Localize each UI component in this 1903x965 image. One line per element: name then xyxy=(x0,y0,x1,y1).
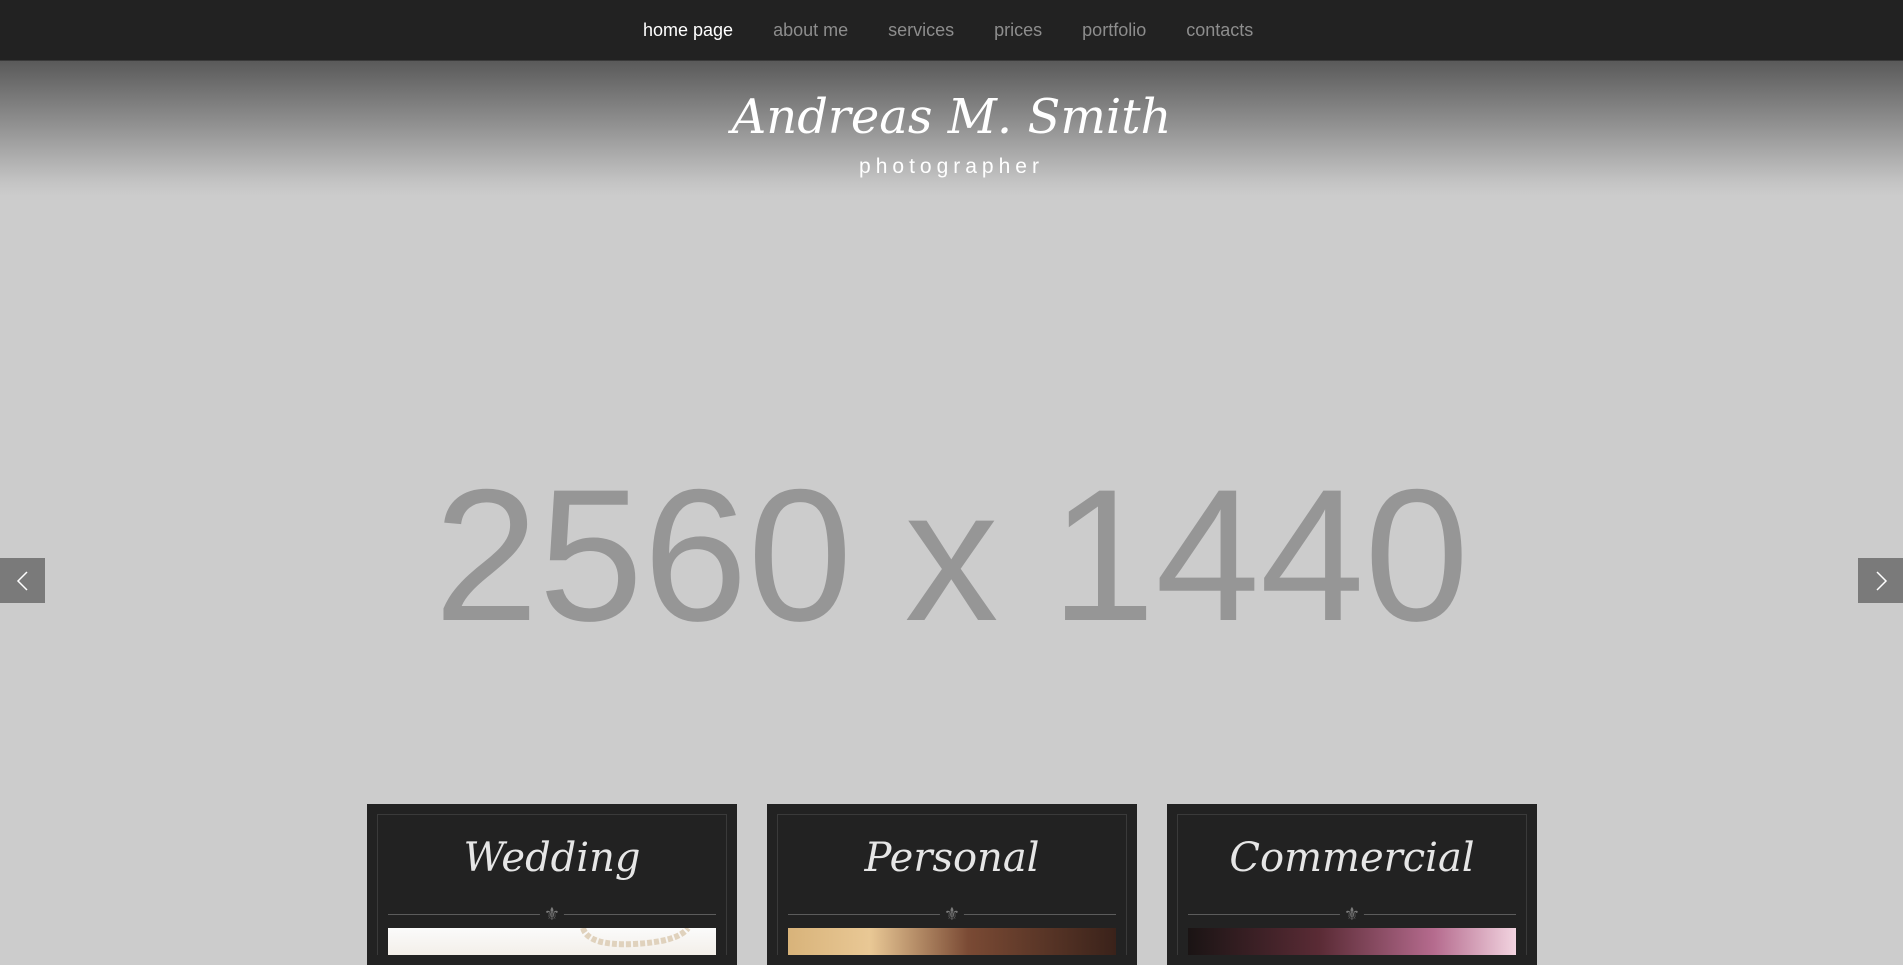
category-card-wedding[interactable]: Wedding ⚜ xyxy=(367,804,737,965)
pearl-necklace-image xyxy=(580,928,691,948)
card-title[interactable]: Personal xyxy=(778,835,1126,881)
chevron-left-icon xyxy=(16,570,28,591)
top-navbar: home page about me services prices portf… xyxy=(0,0,1903,62)
card-frame: Personal ⚜ xyxy=(777,814,1127,955)
nav-item-home-page[interactable]: home page xyxy=(623,0,754,62)
fleur-de-lis-icon: ⚜ xyxy=(539,903,565,925)
fleur-de-lis-icon: ⚜ xyxy=(1339,903,1365,925)
wedding-photo[interactable] xyxy=(388,928,716,955)
commercial-photo[interactable] xyxy=(1188,928,1516,955)
nav-item-prices[interactable]: prices xyxy=(974,0,1062,61)
card-frame: Commercial ⚜ xyxy=(1177,814,1527,955)
personal-photo[interactable] xyxy=(788,928,1116,955)
nav-item-portfolio[interactable]: portfolio xyxy=(1062,0,1166,61)
nav-item-about-me[interactable]: about me xyxy=(753,0,868,61)
nav-item-contacts[interactable]: contacts xyxy=(1166,0,1273,61)
category-card-personal[interactable]: Personal ⚜ xyxy=(767,804,1137,965)
site-tagline: photographer xyxy=(859,155,1044,178)
card-title[interactable]: Commercial xyxy=(1178,835,1526,881)
main-nav: home page about me services prices portf… xyxy=(623,0,1273,62)
slider-prev-button[interactable] xyxy=(0,558,45,603)
slide-image-placeholder: 2560 x 1440 xyxy=(434,450,1469,660)
site-logo-name[interactable]: Andreas M. Smith xyxy=(0,89,1903,145)
card-frame: Wedding ⚜ xyxy=(377,814,727,955)
nav-item-services[interactable]: services xyxy=(868,0,974,61)
chevron-right-icon xyxy=(1875,570,1887,591)
category-card-commercial[interactable]: Commercial ⚜ xyxy=(1167,804,1537,965)
slider-next-button[interactable] xyxy=(1858,558,1903,603)
fleur-de-lis-icon: ⚜ xyxy=(939,903,965,925)
card-title[interactable]: Wedding xyxy=(378,835,726,881)
